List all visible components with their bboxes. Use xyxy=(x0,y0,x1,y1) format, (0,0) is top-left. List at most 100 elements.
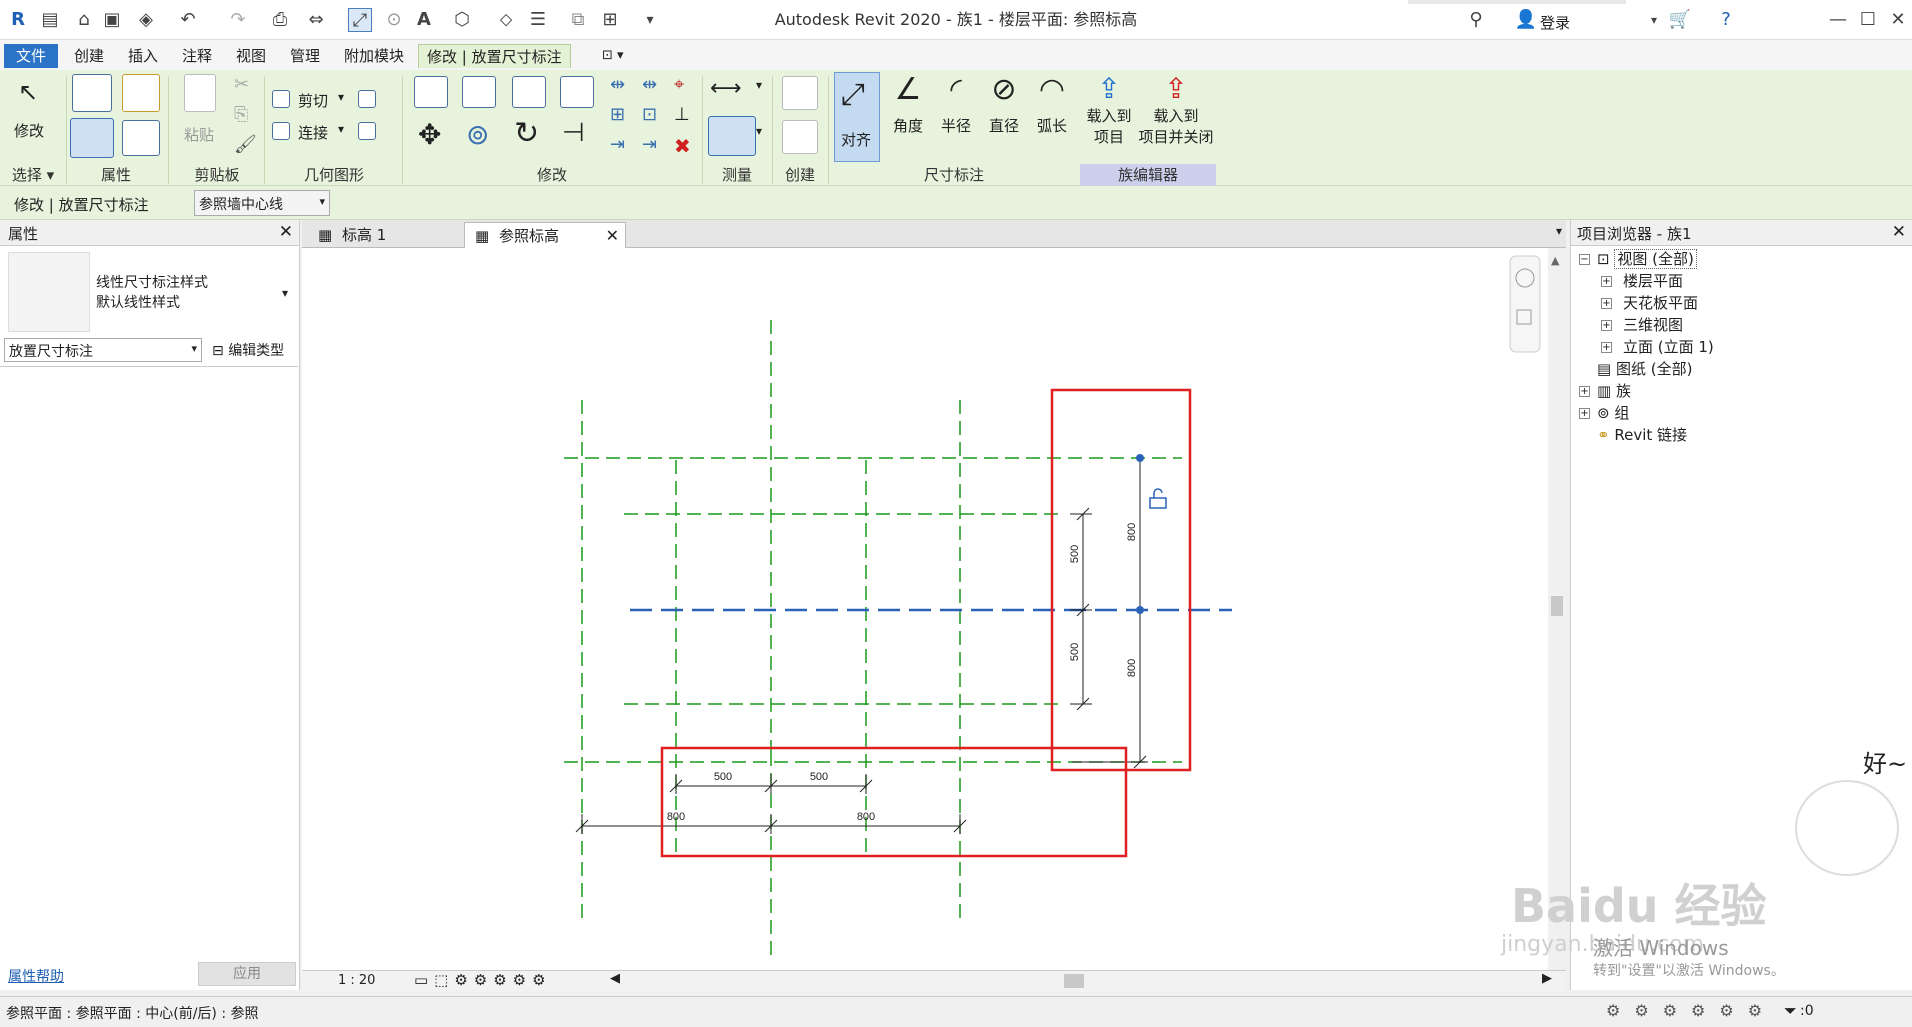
split-face-icon[interactable] xyxy=(358,122,376,140)
drawing-svg[interactable]: 500 500 800 800 500 500 800 800 ▲ xyxy=(302,248,1566,970)
minimize-icon[interactable]: — xyxy=(1826,8,1850,32)
copy-tool-icon[interactable]: ⊚ xyxy=(466,118,489,151)
close-window-icon[interactable]: ✕ xyxy=(1886,8,1910,32)
dim-text-h500b[interactable]: 500 xyxy=(810,771,828,783)
close-tab-icon[interactable]: ✕ xyxy=(606,223,619,249)
tab-modify-place-dimension[interactable]: 修改 | 放置尺寸标注 xyxy=(418,44,571,68)
mirror-pick-axis-icon[interactable] xyxy=(512,76,546,108)
mirror-draw-axis-icon[interactable] xyxy=(560,76,594,108)
filter-icon[interactable]: ⏷ xyxy=(1784,1001,1797,1021)
view-tab-level1[interactable]: ▦ 标高 1 xyxy=(308,222,434,248)
family-types-icon[interactable] xyxy=(122,74,160,112)
horizontal-scroll-thumb[interactable] xyxy=(1064,974,1084,988)
trim-multiple-icon[interactable]: ⇥ xyxy=(610,134,625,155)
create-similar-icon[interactable] xyxy=(782,120,818,154)
tab-file[interactable]: 文件 xyxy=(4,44,58,68)
load-and-close-button[interactable]: ⇪ 载入到 项目并关闭 xyxy=(1136,72,1216,147)
scroll-left-icon[interactable]: ◀ xyxy=(610,971,620,986)
delete-icon[interactable]: ✖ xyxy=(674,134,691,158)
join-geometry-icon[interactable] xyxy=(272,122,290,140)
tree-ceiling-plans[interactable]: 天花板平面 xyxy=(1623,292,1698,314)
paste-icon[interactable] xyxy=(184,74,216,112)
vertical-scroll-thumb[interactable] xyxy=(1551,596,1563,616)
dim-text-v500b[interactable]: 500 xyxy=(1069,643,1081,661)
join-geometry-label[interactable]: 连接 xyxy=(298,122,328,143)
tree-sheets[interactable]: ▤ 图纸 (全部) xyxy=(1597,358,1692,380)
grip-dot[interactable] xyxy=(1136,606,1144,614)
view-scale[interactable]: 1 : 20 xyxy=(338,973,375,988)
wall-join-icon[interactable] xyxy=(358,90,376,108)
chevron-down-icon[interactable]: ▾ xyxy=(282,286,288,300)
measure-dropdown-icon[interactable]: ▾ xyxy=(756,78,762,92)
paste-label[interactable]: 粘贴 xyxy=(184,124,214,145)
cart-icon[interactable]: 🛒 xyxy=(1668,8,1692,32)
dim-text-h800a[interactable]: 800 xyxy=(667,811,685,823)
login-link[interactable]: 登录 xyxy=(1540,12,1570,33)
type-selector-line2[interactable]: 默认线性样式 xyxy=(96,292,180,312)
pick-dropdown[interactable]: 参照墙中心线 ▾ xyxy=(194,190,330,216)
view-tab-ref-level[interactable]: ▦ 参照标高 ✕ xyxy=(464,222,626,248)
unpin-icon[interactable]: ⌖ xyxy=(674,74,684,95)
measure-between-refs-icon[interactable]: ⟷ xyxy=(710,76,742,101)
radial-button[interactable]: ◜ 半径 xyxy=(936,72,976,136)
expand-icon[interactable]: + xyxy=(1579,408,1590,419)
split-element-icon[interactable]: ⇹ xyxy=(610,74,625,95)
tab-addins[interactable]: 附加模块 xyxy=(336,44,412,68)
angular-button[interactable]: ∠ 角度 xyxy=(888,72,928,136)
drawing-area[interactable]: 500 500 800 800 500 500 800 800 ▲ xyxy=(302,248,1566,970)
dimension-active-icon[interactable] xyxy=(708,116,756,156)
tree-elevations[interactable]: 立面 (立面 1) xyxy=(1623,336,1714,358)
type-properties-icon[interactable] xyxy=(122,120,160,156)
join-dropdown-icon[interactable]: ▾ xyxy=(338,122,344,136)
user-icon[interactable]: 👤 xyxy=(1514,8,1538,32)
dim-text-v800a[interactable]: 800 xyxy=(1126,523,1138,541)
scroll-up-icon[interactable]: ▲ xyxy=(1551,254,1560,267)
pin-icon[interactable]: ⊥ xyxy=(674,104,690,125)
trim-single-icon[interactable]: ⇥ xyxy=(642,134,657,155)
lock-icon[interactable] xyxy=(1149,488,1167,509)
expand-icon[interactable]: + xyxy=(1601,276,1612,287)
tab-annotate[interactable]: 注释 xyxy=(174,44,220,68)
dim-text-v500a[interactable]: 500 xyxy=(1069,545,1081,563)
copy-icon[interactable]: ⎘ xyxy=(234,104,248,125)
cut-geometry-label[interactable]: 剪切 xyxy=(298,90,328,111)
tree-revit-links[interactable]: ⚭ Revit 链接 xyxy=(1597,424,1687,446)
collapse-icon[interactable]: − xyxy=(1579,254,1590,265)
tab-create[interactable]: 创建 xyxy=(66,44,112,68)
ribbon-minimize-icon[interactable]: ⊡ ▾ xyxy=(594,44,632,68)
scroll-right-icon[interactable]: ▶ xyxy=(1542,971,1552,986)
create-group-icon[interactable] xyxy=(782,76,818,110)
split-gap-icon[interactable]: ⇹ xyxy=(642,74,657,95)
cut-geometry-icon[interactable] xyxy=(272,90,290,108)
view-control-icons[interactable]: ▭⬚⚙⚙⚙⚙⚙ xyxy=(414,971,552,989)
edit-type-button[interactable]: ⊟ 编辑类型 xyxy=(208,338,296,362)
tab-view[interactable]: 视图 xyxy=(228,44,274,68)
scale-icon[interactable]: ⊡ xyxy=(642,104,657,125)
tab-manage[interactable]: 管理 xyxy=(282,44,328,68)
move-tool-icon[interactable]: ✥ xyxy=(418,118,441,151)
family-category-icon[interactable] xyxy=(70,118,114,158)
instance-filter-dropdown[interactable]: 放置尺寸标注 ▾ xyxy=(4,338,202,362)
maximize-icon[interactable]: ☐ xyxy=(1856,8,1880,32)
aligned-button[interactable]: ⤢ 对齐 xyxy=(834,72,880,162)
match-properties-icon[interactable]: 🖌 xyxy=(234,134,257,155)
properties-help-link[interactable]: 属性帮助 xyxy=(8,966,64,986)
modify-pointer-icon[interactable]: ↖ xyxy=(18,78,38,106)
dimension-dropdown-icon[interactable]: ▾ xyxy=(756,124,762,138)
panel-label-select[interactable]: 选择 ▾ xyxy=(0,164,66,186)
tree-families[interactable]: ▥ 族 xyxy=(1597,380,1631,402)
expand-icon[interactable]: + xyxy=(1601,342,1612,353)
trim-extend-icon[interactable]: ⊣ xyxy=(562,118,585,148)
arc-length-button[interactable]: ◠ 弧长 xyxy=(1032,72,1072,136)
modify-button-label[interactable]: 修改 xyxy=(14,120,44,141)
dim-text-h800b[interactable]: 800 xyxy=(857,811,875,823)
navigation-bar[interactable] xyxy=(1509,255,1541,353)
tree-views-all[interactable]: ⊡ 视图 (全部) xyxy=(1597,248,1697,270)
array-icon[interactable]: ⊞ xyxy=(610,104,625,125)
selection-filter-icons[interactable]: ⚙⚙⚙⚙⚙⚙ xyxy=(1606,1001,1776,1020)
tree-3d-views[interactable]: 三维视图 xyxy=(1623,314,1683,336)
rotate-tool-icon[interactable]: ↻ xyxy=(514,116,539,151)
tab-insert[interactable]: 插入 xyxy=(120,44,166,68)
tree-floor-plans[interactable]: 楼层平面 xyxy=(1623,270,1683,292)
align-tool-icon[interactable] xyxy=(414,76,448,108)
